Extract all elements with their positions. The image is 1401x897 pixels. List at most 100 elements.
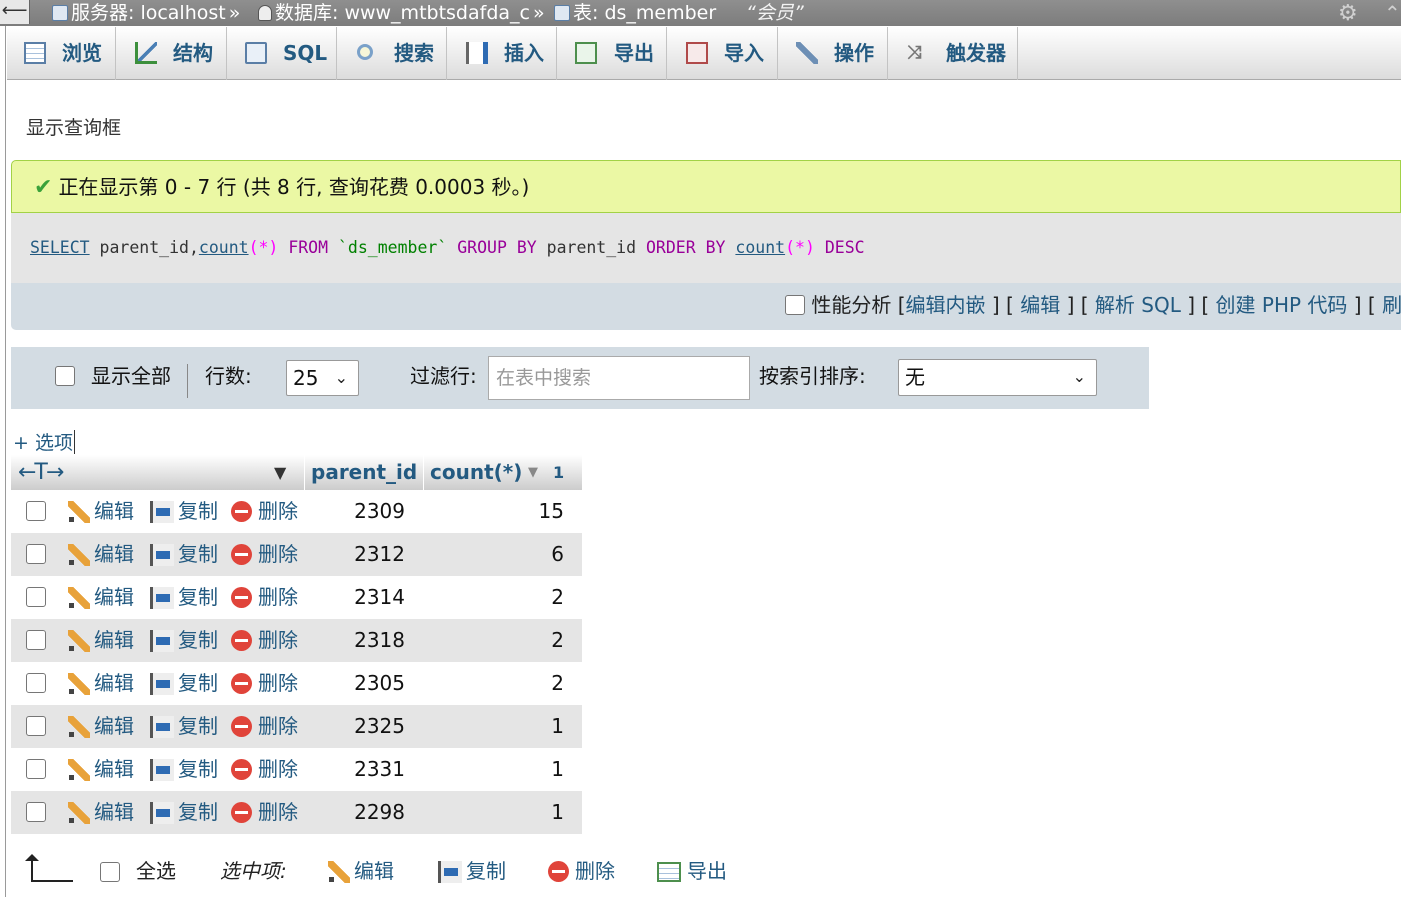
bulk-copy-button[interactable]: 复制 xyxy=(438,858,506,884)
tab-export[interactable]: 导出 xyxy=(557,27,667,80)
tab-search[interactable]: 搜索 xyxy=(337,27,447,80)
tab-insert[interactable]: 插入 xyxy=(447,27,557,80)
row-checkbox[interactable] xyxy=(26,802,46,822)
row-delete-button[interactable]: 删除 xyxy=(231,533,298,576)
cell-parent-id[interactable]: 2314 xyxy=(311,576,405,619)
create-php-code-link[interactable]: 创建 PHP 代码 xyxy=(1216,293,1348,317)
show-all-label[interactable]: 显示全部 xyxy=(91,363,171,389)
row-delete-button[interactable]: 删除 xyxy=(231,662,298,705)
explain-sql-link[interactable]: 解析 SQL xyxy=(1095,293,1181,317)
tab-import[interactable]: 导入 xyxy=(667,27,778,80)
cell-count[interactable]: 15 xyxy=(431,490,564,533)
bulk-delete-button[interactable]: 删除 xyxy=(548,858,615,884)
cell-parent-id[interactable]: 2331 xyxy=(311,748,405,791)
gear-icon[interactable]: ⚙ xyxy=(1338,1,1358,27)
cell-parent-id[interactable]: 2309 xyxy=(311,490,405,533)
cell-parent-id[interactable]: 2318 xyxy=(311,619,405,662)
row-edit-button[interactable]: 编辑 xyxy=(68,619,134,662)
tab-browse[interactable]: 浏览 xyxy=(7,27,116,80)
breadcrumb-database[interactable]: 数据库: www_mtbtsdafda_c» xyxy=(258,0,548,26)
row-edit-button[interactable]: 编辑 xyxy=(68,490,134,533)
show-query-box-link[interactable]: 显示查询框 xyxy=(26,113,121,140)
row-edit-button[interactable]: 编辑 xyxy=(68,662,134,705)
cell-parent-id[interactable]: 2305 xyxy=(311,662,405,705)
sql-function-count[interactable]: count xyxy=(199,238,249,257)
row-delete-button[interactable]: 删除 xyxy=(231,748,298,791)
cell-count[interactable]: 2 xyxy=(431,576,564,619)
row-checkbox[interactable] xyxy=(26,630,46,650)
row-copy-button[interactable]: 复制 xyxy=(150,662,218,705)
sort-descending-icon[interactable]: ▼ xyxy=(528,455,538,490)
select-all-checkbox[interactable] xyxy=(100,862,120,882)
breadcrumb-table[interactable]: 表: ds_member xyxy=(554,0,716,26)
collapse-icon[interactable]: ⌃ xyxy=(1384,0,1401,26)
delete-icon xyxy=(231,630,252,651)
row-edit-button[interactable]: 编辑 xyxy=(68,576,134,619)
column-arrows-icon[interactable]: ←T→ xyxy=(18,455,64,490)
cell-count[interactable]: 6 xyxy=(431,533,564,576)
chevron-down-icon: ⌄ xyxy=(1072,367,1086,386)
show-all-checkbox[interactable] xyxy=(55,366,75,386)
edit-inline-link[interactable]: 编辑内嵌 xyxy=(906,293,986,317)
row-copy-button[interactable]: 复制 xyxy=(150,705,218,748)
row-delete-button[interactable]: 删除 xyxy=(231,619,298,662)
row-edit-button[interactable]: 编辑 xyxy=(68,748,134,791)
pencil-icon xyxy=(68,802,90,824)
sort-by-index-select[interactable]: 无 ⌄ xyxy=(898,359,1097,396)
row-checkbox[interactable] xyxy=(26,544,46,564)
row-delete-button[interactable]: 删除 xyxy=(231,705,298,748)
profiling-label: 性能分析 xyxy=(811,293,892,317)
bulk-export-button[interactable]: 导出 xyxy=(657,858,727,884)
row-checkbox[interactable] xyxy=(26,501,46,521)
filter-rows-input[interactable]: 在表中搜索 xyxy=(488,356,750,400)
sql-keyword-select[interactable]: SELECT xyxy=(30,238,90,257)
row-edit-button[interactable]: 编辑 xyxy=(68,705,134,748)
tab-sql[interactable]: SQL xyxy=(227,27,337,80)
row-copy-button[interactable]: 复制 xyxy=(150,533,218,576)
row-delete-button[interactable]: 删除 xyxy=(231,576,298,619)
row-delete-button[interactable]: 删除 xyxy=(231,791,298,834)
options-link[interactable]: + 选项 xyxy=(13,428,75,455)
cell-count[interactable]: 2 xyxy=(431,619,564,662)
export-icon xyxy=(575,42,597,64)
collapse-sidebar-button[interactable]: ⟵ xyxy=(0,0,30,24)
row-copy-button[interactable]: 复制 xyxy=(150,748,218,791)
cell-parent-id[interactable]: 2298 xyxy=(311,791,405,834)
row-copy-button[interactable]: 复制 xyxy=(150,791,218,834)
rows-per-page-select[interactable]: 25 ⌄ xyxy=(286,360,359,396)
row-copy-button[interactable]: 复制 xyxy=(150,490,218,533)
row-edit-button[interactable]: 编辑 xyxy=(68,533,134,576)
tab-triggers[interactable]: ⤨ 触发器 xyxy=(888,27,1018,80)
column-header-count[interactable]: count(*) xyxy=(430,455,522,490)
tab-structure[interactable]: 结构 xyxy=(116,27,227,80)
row-copy-button[interactable]: 复制 xyxy=(150,619,218,662)
copy-icon xyxy=(150,716,174,738)
row-checkbox[interactable] xyxy=(26,673,46,693)
column-header-parent-id[interactable]: parent_id xyxy=(311,455,417,490)
row-checkbox[interactable] xyxy=(26,716,46,736)
row-edit-button[interactable]: 编辑 xyxy=(68,791,134,834)
bulk-edit-button[interactable]: 编辑 xyxy=(328,858,394,884)
row-delete-button[interactable]: 删除 xyxy=(231,490,298,533)
sql-function-count[interactable]: count xyxy=(735,238,785,257)
cell-count[interactable]: 1 xyxy=(431,748,564,791)
pencil-icon xyxy=(68,630,90,652)
trigger-icon: ⤨ xyxy=(907,42,922,63)
select-all-label[interactable]: 全选 xyxy=(136,858,176,884)
cell-count[interactable]: 2 xyxy=(431,662,564,705)
row-checkbox[interactable] xyxy=(26,587,46,607)
cell-parent-id[interactable]: 2312 xyxy=(311,533,405,576)
cell-count[interactable]: 1 xyxy=(431,791,564,834)
tab-operations[interactable]: 操作 xyxy=(778,27,888,80)
row-copy-button[interactable]: 复制 xyxy=(150,576,218,619)
checkmark-icon: ✔ xyxy=(34,175,53,200)
cell-parent-id[interactable]: 2325 xyxy=(311,705,405,748)
cell-count[interactable]: 1 xyxy=(431,705,564,748)
refresh-link[interactable]: 刷新 xyxy=(1382,293,1401,317)
column-dropdown-icon[interactable]: ▼ xyxy=(274,455,286,490)
copy-icon xyxy=(150,587,174,609)
breadcrumb-server[interactable]: 服务器: localhost» xyxy=(52,0,243,26)
row-checkbox[interactable] xyxy=(26,759,46,779)
profiling-checkbox[interactable] xyxy=(785,295,805,315)
edit-query-link[interactable]: 编辑 xyxy=(1020,293,1060,317)
